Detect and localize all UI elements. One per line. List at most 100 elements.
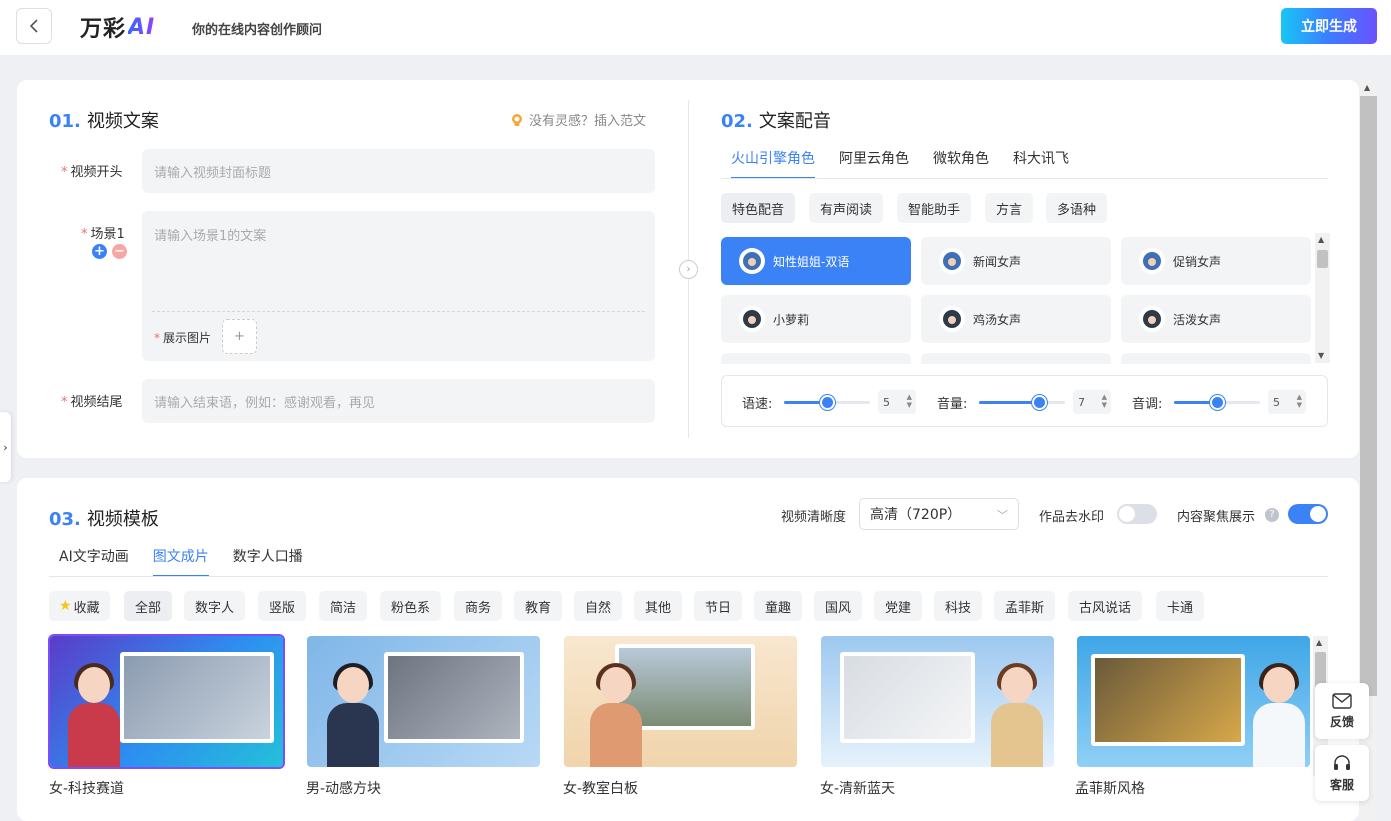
voice-category-dialect[interactable]: 方言 <box>985 193 1034 223</box>
ending-input[interactable]: 请输入结束语，例如：感谢观看，再见 <box>142 379 655 423</box>
generate-button[interactable]: 立即生成 <box>1281 8 1377 44</box>
headset-icon <box>1334 754 1350 770</box>
star-icon: ★ <box>59 598 72 614</box>
add-scene-button[interactable]: + <box>92 244 107 259</box>
template-thumbnail[interactable] <box>821 636 1054 767</box>
section-number: 03. <box>49 509 81 530</box>
customer-service-button[interactable]: 客服 <box>1315 745 1369 801</box>
presenter-figure <box>323 663 383 767</box>
voice-section-title: 02. 文案配音 <box>721 107 831 133</box>
voice-card-partial[interactable] <box>921 353 1111 364</box>
clarity-select[interactable]: 高清（720P） ﹀ <box>859 498 1019 530</box>
image-label-text: 展示图片 <box>163 331 212 345</box>
scroll-thumb[interactable] <box>1360 96 1377 696</box>
speed-slider[interactable] <box>784 395 870 410</box>
help-icon[interactable]: ? <box>1265 508 1279 522</box>
watermark-toggle[interactable] <box>1117 504 1157 524</box>
category-chip[interactable]: 其他 <box>634 591 683 621</box>
category-chip[interactable]: 数字人 <box>184 591 246 621</box>
watermark-label: 作品去水印 <box>1039 510 1105 525</box>
category-chip[interactable]: 童趣 <box>754 591 803 621</box>
volume-slider[interactable] <box>979 395 1065 410</box>
template-thumbnail[interactable] <box>307 636 540 767</box>
slider-knob[interactable] <box>820 395 835 410</box>
tab-ai-text-animation[interactable]: AI文字动画 <box>59 546 129 576</box>
scroll-down-icon[interactable]: ▼ <box>1318 351 1324 360</box>
collapse-toggle[interactable]: › <box>679 260 698 279</box>
category-chip[interactable]: 节日 <box>694 591 743 621</box>
ending-label: * 视频结尾 <box>61 391 123 410</box>
tab-image-text[interactable]: 图文成片 <box>152 546 209 577</box>
voice-category-assistant[interactable]: 智能助手 <box>897 193 972 223</box>
voice-card-partial[interactable] <box>1121 353 1311 364</box>
category-chip[interactable]: 商务 <box>454 591 503 621</box>
template-thumbnail[interactable] <box>1077 636 1310 767</box>
voice-scrollbar[interactable]: ▲ ▼ <box>1315 233 1330 363</box>
scroll-up-icon[interactable]: ▲ <box>1318 235 1324 244</box>
voice-card-partial[interactable] <box>721 353 911 364</box>
category-chip[interactable]: 国风 <box>814 591 863 621</box>
thumbnail-frame <box>119 651 274 744</box>
category-chip[interactable]: 孟菲斯 <box>994 591 1056 621</box>
toggle-knob <box>1310 506 1326 522</box>
category-chip[interactable]: 竖版 <box>258 591 307 621</box>
voice-provider-tabs: 火山引擎角色 阿里云角色 微软角色 科大讯飞 <box>731 148 1093 179</box>
tab-underline <box>49 576 1328 577</box>
tab-microsoft[interactable]: 微软角色 <box>933 148 989 178</box>
scroll-thumb[interactable] <box>1317 250 1328 268</box>
voice-category-multilingual[interactable]: 多语种 <box>1046 193 1108 223</box>
category-chip[interactable]: 简洁 <box>319 591 368 621</box>
tab-iflytek[interactable]: 科大讯飞 <box>1013 148 1069 178</box>
category-chip[interactable]: 古风说话 <box>1068 591 1143 621</box>
pitch-slider[interactable] <box>1174 395 1260 410</box>
voice-name: 促销女声 <box>1173 254 1222 269</box>
focus-toggle[interactable] <box>1288 504 1328 524</box>
category-label: 收藏 <box>73 600 100 616</box>
slider-knob[interactable] <box>1032 395 1048 410</box>
scene-textarea[interactable]: 请输入场景1的文案 * 展示图片 + <box>142 211 655 361</box>
voice-card[interactable]: 知性姐姐-双语 <box>721 237 911 285</box>
slider-knob[interactable] <box>1210 395 1225 410</box>
insert-sample-link[interactable]: 没有灵感？插入范文 <box>509 110 646 129</box>
app-logo: 万彩 AI <box>80 11 155 43</box>
category-chip[interactable]: 自然 <box>574 591 623 621</box>
voice-name: 活泼女声 <box>1173 312 1222 327</box>
avatar <box>739 248 765 274</box>
add-image-button[interactable]: + <box>222 319 257 354</box>
volume-stepper[interactable]: 7 ▲ ▼ <box>1073 390 1111 414</box>
required-mark: * <box>81 227 88 242</box>
category-chip[interactable]: 党建 <box>874 591 923 621</box>
back-button[interactable] <box>16 8 52 44</box>
scroll-up-icon[interactable]: ▲ <box>1364 83 1370 92</box>
category-chip[interactable]: 教育 <box>514 591 563 621</box>
voice-card[interactable]: 新闻女声 <box>921 237 1111 285</box>
category-favorites[interactable]: ★ 收藏 <box>49 591 110 621</box>
remove-scene-button[interactable]: − <box>112 244 127 259</box>
voice-card[interactable]: 促销女声 <box>1121 237 1311 285</box>
opening-input[interactable]: 请输入视频封面标题 <box>142 149 655 193</box>
voice-category-featured[interactable]: 特色配音 <box>721 193 796 223</box>
template-title: 女-清新蓝天 <box>820 781 896 797</box>
voice-card[interactable]: 小萝莉 <box>721 295 911 343</box>
scroll-up-icon[interactable]: ▲ <box>1316 638 1322 647</box>
category-chip[interactable]: 科技 <box>934 591 983 621</box>
category-chip[interactable]: 全部 <box>124 591 173 621</box>
template-thumbnail[interactable] <box>48 634 285 769</box>
tab-digital-human[interactable]: 数字人口播 <box>233 546 303 576</box>
tab-aliyun[interactable]: 阿里云角色 <box>839 148 909 178</box>
template-thumbnail[interactable] <box>564 636 797 767</box>
voice-category-audiobook[interactable]: 有声阅读 <box>809 193 884 223</box>
feedback-button[interactable]: 反馈 <box>1315 683 1369 739</box>
tab-volcano[interactable]: 火山引擎角色 <box>731 148 815 179</box>
voice-card[interactable]: 鸡汤女声 <box>921 295 1111 343</box>
presenter-figure <box>987 663 1047 767</box>
voice-card[interactable]: 活泼女声 <box>1121 295 1311 343</box>
voice-name: 知性姐姐-双语 <box>773 254 850 269</box>
slogan: 你的在线内容创作顾问 <box>192 23 323 38</box>
sidebar-expand-handle[interactable]: › <box>0 412 11 482</box>
pitch-stepper[interactable]: 5 ▲ ▼ <box>1268 390 1306 414</box>
tab-underline <box>721 178 1328 179</box>
speed-stepper[interactable]: 5 ▲ ▼ <box>878 390 916 414</box>
category-chip[interactable]: 粉色系 <box>380 591 442 621</box>
category-chip[interactable]: 卡通 <box>1156 591 1205 621</box>
